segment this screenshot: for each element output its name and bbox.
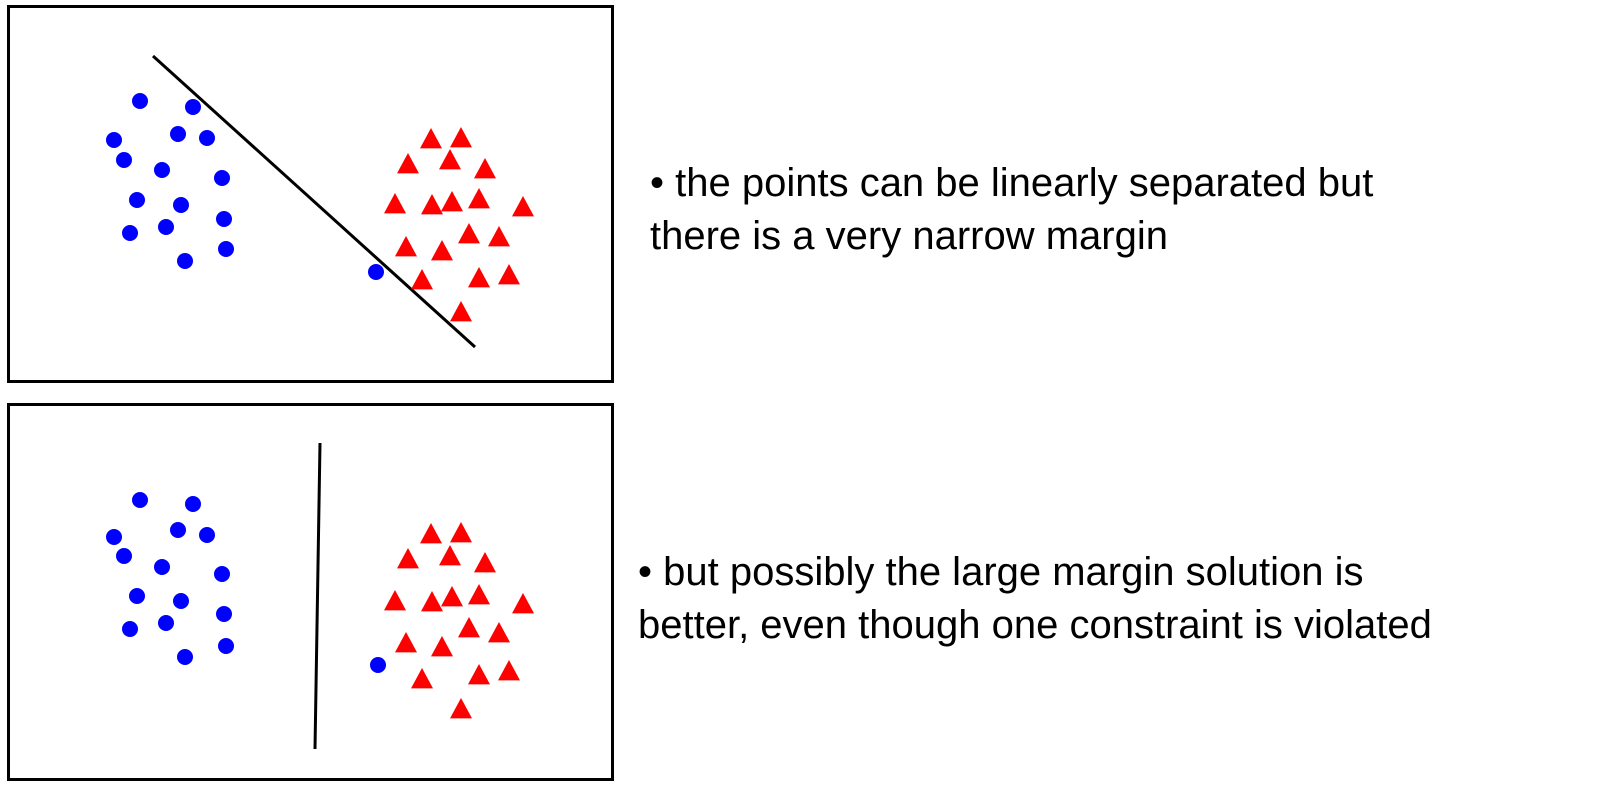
class-b-point <box>468 664 490 685</box>
class-a-point <box>177 253 193 269</box>
class-a-point <box>122 621 138 637</box>
class-a-point <box>368 264 384 280</box>
class-a-point <box>214 566 230 582</box>
class-a-point <box>132 492 148 508</box>
class-b-point <box>458 223 480 244</box>
class-a-point <box>132 93 148 109</box>
narrow-margin-plot <box>106 54 534 349</box>
class-a-point <box>170 522 186 538</box>
class-b-point <box>420 523 442 544</box>
class-b-point <box>512 196 534 217</box>
large-margin-caption-line1: • but possibly the large margin solution… <box>638 550 1364 594</box>
class-b-point <box>439 545 461 566</box>
class-b-point <box>450 698 472 719</box>
class-b-point <box>474 158 496 179</box>
class-a-point <box>154 162 170 178</box>
class-b-point <box>498 264 520 285</box>
narrow-margin-caption: • the points can be linearly separated b… <box>650 157 1550 263</box>
class-b-point <box>439 149 461 170</box>
class-a-point <box>214 170 230 186</box>
class-a-point <box>116 548 132 564</box>
class-a-point <box>170 126 186 142</box>
class-b-point <box>468 188 490 209</box>
class-b-point <box>431 636 453 657</box>
class-b-point <box>441 191 463 212</box>
class-a-point <box>158 615 174 631</box>
class-a-point <box>216 606 232 622</box>
class-b-point <box>397 153 419 174</box>
large-margin-panel <box>7 403 614 781</box>
class-b-point <box>474 552 496 573</box>
decision-boundary-line <box>151 54 477 349</box>
class-b-point <box>468 267 490 288</box>
class-b-point <box>498 660 520 681</box>
class-a-point <box>116 152 132 168</box>
class-b-point <box>450 522 472 543</box>
class-b-point <box>384 590 406 611</box>
decision-boundary-line <box>313 442 322 750</box>
class-a-point <box>129 588 145 604</box>
class-a-point <box>158 219 174 235</box>
class-a-point <box>173 197 189 213</box>
class-b-point <box>488 226 510 247</box>
narrow-margin-caption-line1: • the points can be linearly separated b… <box>650 161 1374 205</box>
class-a-point <box>173 593 189 609</box>
class-a-point <box>199 527 215 543</box>
class-b-point <box>450 127 472 148</box>
large-margin-caption: • but possibly the large margin solution… <box>638 546 1598 652</box>
class-a-point <box>177 649 193 665</box>
class-b-point <box>395 236 417 257</box>
class-a-point <box>218 638 234 654</box>
class-b-point <box>431 240 453 261</box>
class-b-point <box>450 301 472 322</box>
narrow-margin-panel <box>7 5 614 383</box>
class-b-point <box>397 548 419 569</box>
class-b-point <box>411 668 433 689</box>
class-b-point <box>441 586 463 607</box>
class-b-point <box>384 193 406 214</box>
class-b-point <box>468 584 490 605</box>
class-b-point <box>421 591 443 612</box>
class-b-point <box>411 269 433 290</box>
class-b-point <box>395 632 417 653</box>
class-a-point <box>370 657 386 673</box>
class-a-point <box>185 496 201 512</box>
large-margin-caption-line2: better, even though one constraint is vi… <box>638 603 1432 647</box>
class-a-point <box>122 225 138 241</box>
class-a-point <box>129 192 145 208</box>
class-b-point <box>421 194 443 215</box>
large-margin-plot <box>106 442 534 750</box>
class-b-point <box>458 617 480 638</box>
narrow-margin-caption-line2: there is a very narrow margin <box>650 214 1168 258</box>
class-b-point <box>488 622 510 643</box>
class-a-point <box>199 130 215 146</box>
class-a-point <box>216 211 232 227</box>
class-a-point <box>154 559 170 575</box>
class-a-point <box>185 99 201 115</box>
class-b-point <box>420 128 442 149</box>
class-b-point <box>512 593 534 614</box>
class-a-point <box>218 241 234 257</box>
class-a-point <box>106 529 122 545</box>
class-a-point <box>106 132 122 148</box>
